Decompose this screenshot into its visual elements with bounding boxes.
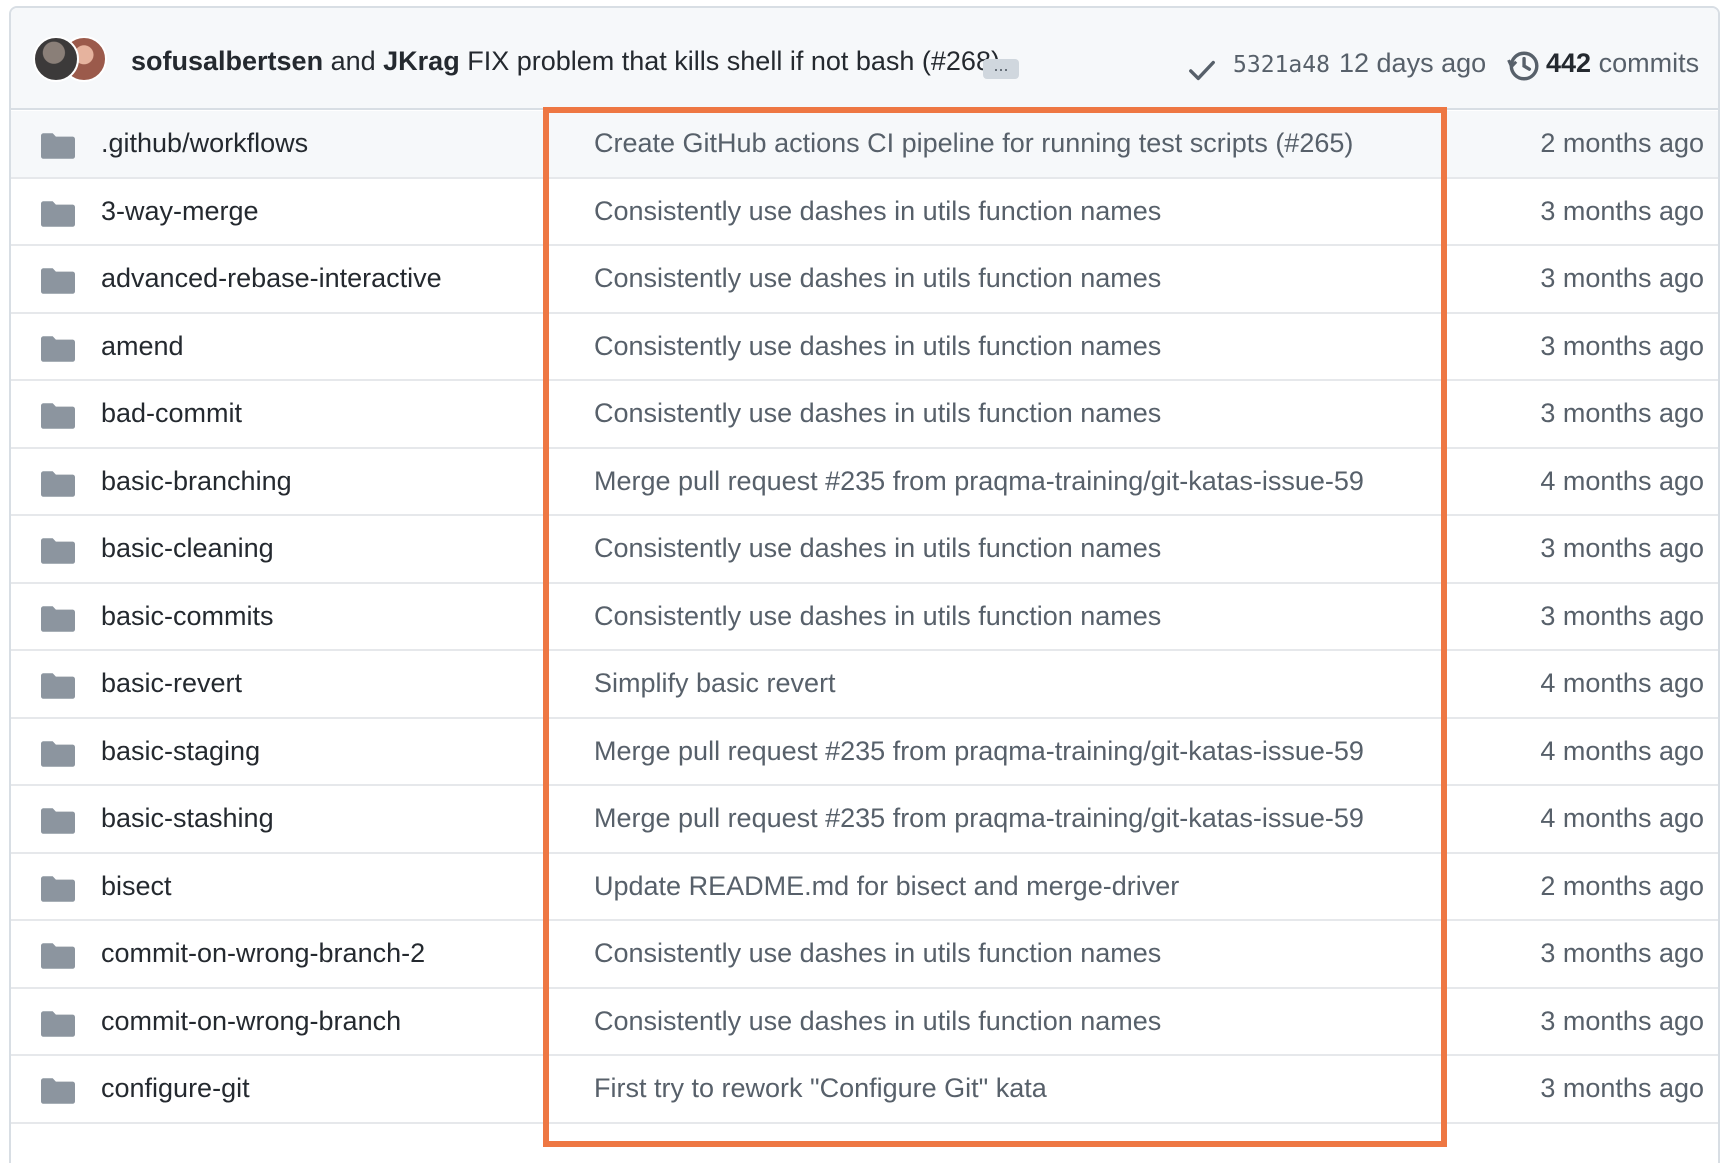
commit-message-link[interactable]: Consistently use dashes in utils functio… (594, 398, 1161, 429)
commit-message-link[interactable]: Consistently use dashes in utils functio… (594, 263, 1161, 294)
folder-name-link[interactable]: commit-on-wrong-branch (101, 1006, 401, 1037)
table-row[interactable]: bad-commit Consistently use dashes in uti… (11, 381, 1718, 449)
commit-message-link[interactable]: Update README.md for bisect and merge-dr… (594, 871, 1179, 902)
commit-message-link[interactable]: First try to rework "Configure Git" kata (594, 1073, 1047, 1104)
commit-time: 3 months ago (1540, 195, 1704, 226)
commit-message-link[interactable]: Consistently use dashes in utils functio… (594, 601, 1161, 632)
commit-message-link[interactable]: Merge pull request #235 from praqma-trai… (594, 803, 1364, 834)
table-row[interactable]: configure-git First try to rework "Config… (11, 1056, 1718, 1124)
table-row[interactable]: basic-commits Consistently use dashes in … (11, 584, 1718, 651)
commit-message-link[interactable]: Simplify basic revert (594, 668, 836, 699)
folder-name-link[interactable]: basic-stashing (101, 803, 274, 834)
folder-name-link[interactable]: commit-on-wrong-branch-2 (101, 938, 425, 969)
commits-label: commits (1598, 48, 1700, 78)
folder-icon (41, 1078, 75, 1104)
folder-icon (41, 943, 75, 969)
latest-commit-summary: sofusalbertsen and JKrag FIX problem tha… (131, 46, 1000, 77)
folder-icon (41, 605, 75, 632)
folder-icon (41, 200, 75, 227)
folder-name-link[interactable]: basic-cleaning (101, 533, 274, 564)
folder-icon (41, 133, 75, 159)
table-row[interactable]: commit-on-wrong-branch-2 Consistently use… (11, 921, 1718, 989)
commit-time: 3 months ago (1540, 1073, 1704, 1103)
table-row[interactable]: amend Consistently use dashes in utils fu… (11, 314, 1718, 381)
author-link[interactable]: sofusalbertsen (131, 46, 323, 76)
commit-message-link[interactable]: FIX problem that kills shell if not bash… (467, 46, 1000, 76)
table-row[interactable]: 3-way-merge Consistently use dashes in ut… (11, 179, 1718, 246)
commit-time: 3 months ago (1540, 1005, 1704, 1036)
and-text: and (330, 46, 376, 76)
folder-name-link[interactable]: configure-git (101, 1073, 250, 1104)
commit-message-link[interactable]: Create GitHub actions CI pipeline for ru… (594, 128, 1353, 159)
table-row[interactable]: bisect Update README.md for bisect and me… (11, 854, 1718, 921)
table-row[interactable]: basic-cleaning Consistently use dashes in… (11, 516, 1718, 584)
commit-time: 4 months ago (1540, 465, 1704, 496)
folder-icon (41, 1010, 75, 1037)
commit-time: 12 days ago (1339, 48, 1487, 78)
table-row[interactable]: basic-revert Simplify basic revert 4 month… (11, 651, 1718, 719)
folder-icon (41, 673, 75, 699)
folder-icon (41, 470, 75, 497)
folder-icon (41, 268, 75, 294)
table-row[interactable]: basic-staging Merge pull request #235 fro… (11, 719, 1718, 786)
commit-time: 3 months ago (1540, 533, 1704, 563)
table-row[interactable]: .github/workflows Create GitHub actions C… (11, 111, 1718, 179)
folder-icon (41, 538, 75, 564)
folder-name-link[interactable]: basic-revert (101, 668, 242, 699)
table-row[interactable]: basic-stashing Merge pull request #235 fr… (11, 786, 1718, 854)
history-icon[interactable] (1506, 49, 1540, 83)
table-row[interactable]: basic-branching Merge pull request #235 f… (11, 449, 1718, 516)
commit-message-link[interactable]: Merge pull request #235 from praqma-trai… (594, 736, 1364, 767)
commit-count: 442 (1546, 48, 1592, 78)
folder-icon (41, 808, 75, 834)
folder-name-link[interactable]: basic-commits (101, 601, 274, 632)
folder-name-link[interactable]: bisect (101, 871, 172, 902)
folder-name-link[interactable]: bad-commit (101, 398, 242, 429)
commits-link[interactable]: 442 commits (1546, 48, 1699, 79)
folder-name-link[interactable]: basic-staging (101, 736, 260, 767)
folder-name-link[interactable]: .github/workflows (101, 128, 308, 159)
commit-message-link[interactable]: Consistently use dashes in utils functio… (594, 533, 1161, 564)
commit-time: 2 months ago (1540, 128, 1704, 158)
commit-message-link[interactable]: Consistently use dashes in utils functio… (594, 1006, 1161, 1037)
table-row[interactable]: advanced-rebase-interactive Consistently … (11, 246, 1718, 314)
folder-name-link[interactable]: amend (101, 331, 184, 362)
commit-time: 4 months ago (1540, 803, 1704, 833)
folder-icon (41, 335, 75, 362)
folder-icon (41, 740, 75, 767)
expand-commit-button[interactable]: ... (983, 56, 1019, 79)
commit-time: 3 months ago (1540, 938, 1704, 968)
folder-name-link[interactable]: basic-branching (101, 466, 292, 497)
author-link[interactable]: JKrag (383, 46, 460, 76)
commit-time: 4 months ago (1540, 735, 1704, 766)
commit-message-link[interactable]: Consistently use dashes in utils functio… (594, 196, 1161, 227)
commit-message-link[interactable]: Merge pull request #235 from praqma-trai… (594, 466, 1364, 497)
commit-message-link[interactable]: Consistently use dashes in utils functio… (594, 938, 1161, 969)
commit-time: 4 months ago (1540, 668, 1704, 698)
file-browser: sofusalbertsen and JKrag FIX problem tha… (9, 6, 1720, 1163)
commit-time: 3 months ago (1540, 398, 1704, 428)
file-list: .github/workflows Create GitHub actions C… (11, 111, 1718, 1124)
check-icon[interactable] (1187, 55, 1217, 85)
commit-message-link[interactable]: Consistently use dashes in utils functio… (594, 331, 1161, 362)
commit-time: 3 months ago (1540, 263, 1704, 293)
folder-name-link[interactable]: 3-way-merge (101, 196, 259, 227)
commit-time: 2 months ago (1540, 870, 1704, 901)
table-row[interactable]: commit-on-wrong-branch Consistently use d… (11, 989, 1718, 1056)
folder-icon (41, 403, 75, 429)
commit-time: 3 months ago (1540, 600, 1704, 631)
latest-commit-bar: sofusalbertsen and JKrag FIX problem tha… (11, 8, 1718, 110)
folder-icon (41, 875, 75, 902)
avatar[interactable] (33, 36, 79, 82)
commit-sha-link[interactable]: 5321a48 (1233, 52, 1330, 78)
folder-name-link[interactable]: advanced-rebase-interactive (101, 263, 442, 294)
commit-time: 3 months ago (1540, 330, 1704, 361)
